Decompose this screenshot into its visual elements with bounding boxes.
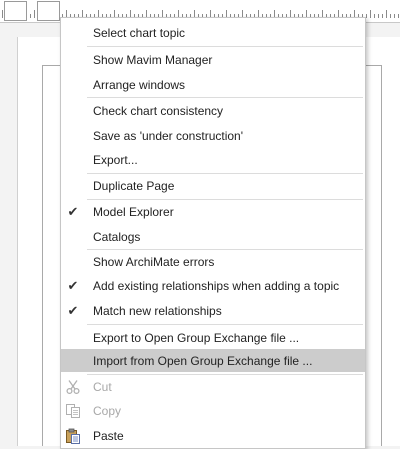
menu-item-label: Check chart consistency xyxy=(93,103,224,118)
menu-item-label: Export to Open Group Exchange file ... xyxy=(93,330,300,345)
checkmark-icon: ✔ xyxy=(67,302,79,318)
checkmark-icon: ✔ xyxy=(67,277,79,293)
menu-item-label: Add existing relationships when adding a… xyxy=(93,278,340,293)
checkmark-icon: ✔ xyxy=(67,203,79,219)
ruler-tick xyxy=(386,10,387,18)
ruler-tick xyxy=(2,10,3,18)
menu-separator xyxy=(87,97,363,98)
menu-item-show-archimate-errors[interactable]: Show ArchiMate errors xyxy=(61,250,365,273)
menu-item-arrange-windows[interactable]: Arrange windows xyxy=(61,73,365,96)
menu-item-label: Import from Open Group Exchange file ... xyxy=(93,353,313,368)
menu-item-label: Duplicate Page xyxy=(93,178,175,193)
ruler-tick xyxy=(34,10,35,18)
ruler-tick xyxy=(374,14,375,18)
clipboard-paste-icon xyxy=(66,428,80,444)
menu-item-label: Model Explorer xyxy=(93,204,174,219)
menu-item-export-open-group-exchange[interactable]: Export to Open Group Exchange file ... xyxy=(61,326,365,349)
menu-item-label: Export... xyxy=(93,152,138,167)
scissors-icon xyxy=(66,380,80,395)
ruler-marker-right xyxy=(37,1,60,21)
menu-item-label: Match new relationships xyxy=(93,303,222,318)
menu-item-match-new-relationships[interactable]: ✔ Match new relationships xyxy=(61,299,365,322)
ruler-tick xyxy=(382,14,383,18)
menu-item-label: Save as 'under construction' xyxy=(93,128,243,143)
menu-item-duplicate-page[interactable]: Duplicate Page xyxy=(61,174,365,197)
menu-item-import-open-group-exchange[interactable]: Import from Open Group Exchange file ... xyxy=(61,349,365,372)
ruler-marker-left xyxy=(4,1,27,21)
menu-item-label: Catalogs xyxy=(93,229,141,244)
ruler-tick xyxy=(30,14,31,18)
menu-item-export[interactable]: Export... xyxy=(61,148,365,171)
context-menu: Select chart topic Show Mavim Manager Ar… xyxy=(60,17,366,449)
ruler-tick xyxy=(370,10,371,18)
menu-item-cut[interactable]: Cut xyxy=(61,375,365,398)
menu-item-add-existing-relationships[interactable]: ✔ Add existing relationships when adding… xyxy=(61,274,365,297)
menu-item-label: Copy xyxy=(93,403,122,418)
ruler-tick xyxy=(366,14,367,18)
menu-item-label: Arrange windows xyxy=(93,77,186,92)
menu-item-label: Show ArchiMate errors xyxy=(93,254,215,269)
ruler-tick xyxy=(398,14,399,18)
menu-item-save-under-construction[interactable]: Save as 'under construction' xyxy=(61,124,365,147)
menu-separator xyxy=(87,324,363,325)
copy-icon xyxy=(66,404,80,418)
menu-item-label: Show Mavim Manager xyxy=(93,52,213,67)
menu-item-paste[interactable]: Paste xyxy=(61,424,365,447)
menu-item-select-chart-topic[interactable]: Select chart topic xyxy=(61,21,365,44)
menu-item-copy[interactable]: Copy xyxy=(61,399,365,422)
menu-separator xyxy=(87,46,363,47)
menu-item-model-explorer[interactable]: ✔ Model Explorer xyxy=(61,200,365,223)
menu-item-catalogs[interactable]: Catalogs xyxy=(61,225,365,248)
menu-item-label: Select chart topic xyxy=(93,25,186,40)
menu-item-label: Cut xyxy=(93,379,112,394)
menu-item-show-mavim-manager[interactable]: Show Mavim Manager xyxy=(61,48,365,71)
ruler-tick xyxy=(394,14,395,18)
menu-item-check-chart-consistency[interactable]: Check chart consistency xyxy=(61,99,365,122)
menu-item-label: Paste xyxy=(93,428,124,443)
ruler-tick xyxy=(390,14,391,18)
ruler-tick xyxy=(378,14,379,18)
